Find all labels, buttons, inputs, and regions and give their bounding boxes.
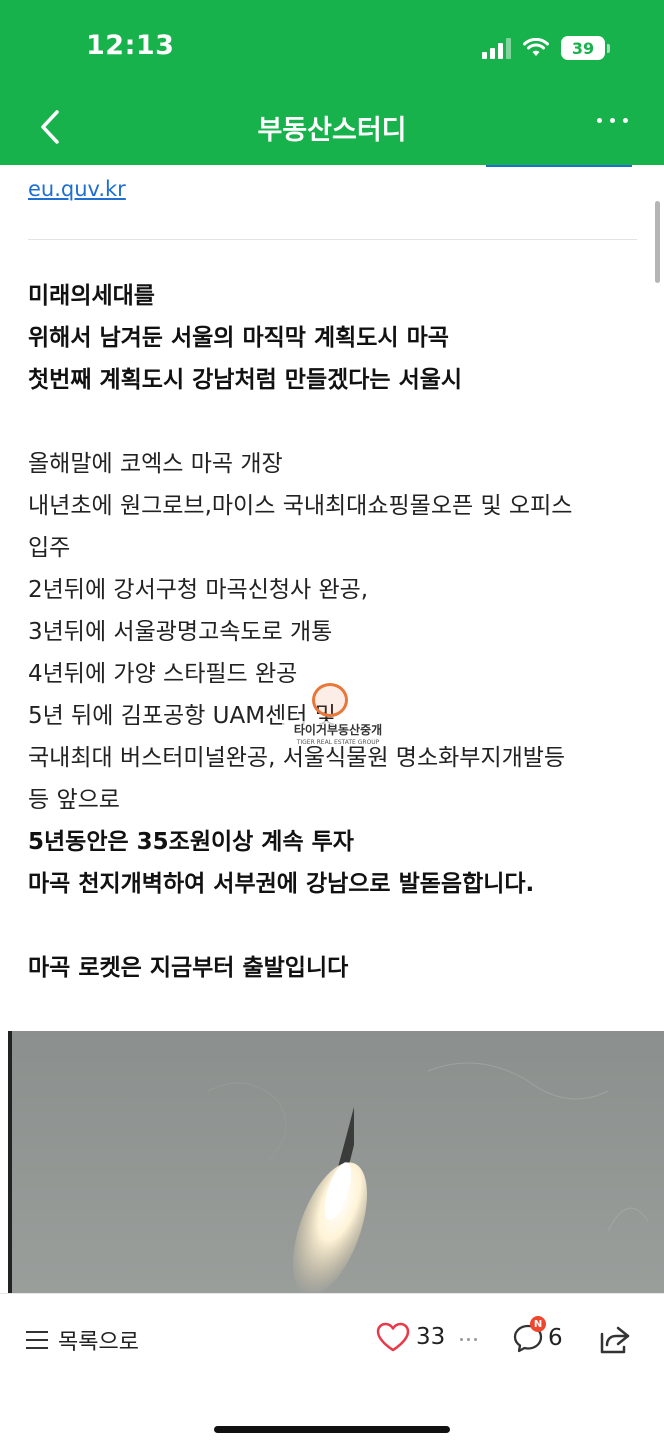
new-comment-badge: N xyxy=(530,1316,546,1332)
list-button[interactable]: 목록으로 xyxy=(26,1324,139,1356)
watermark-title: 타이거부동산중개 xyxy=(282,721,394,738)
like-button[interactable]: 33 xyxy=(376,1322,445,1352)
rocket-photo[interactable] xyxy=(8,1031,664,1293)
text-line: 등 앞으로 xyxy=(28,787,120,813)
home-indicator[interactable] xyxy=(214,1426,450,1433)
watermark: 타이거부동산중개 TIGER REAL ESTATE GROUP xyxy=(282,683,394,763)
share-icon xyxy=(600,1326,630,1354)
post-content[interactable]: eu.quv.kr 미래의세대를 위해서 남겨둔 서울의 마직막 계획도시 마곡… xyxy=(0,165,664,1293)
status-icons: 39 xyxy=(482,36,610,60)
text-line: 미래의세대를 xyxy=(28,283,155,309)
watermark-subtitle: TIGER REAL ESTATE GROUP xyxy=(296,739,380,746)
rocket-image xyxy=(8,1031,664,1293)
text-line: 위해서 남겨둔 서울의 마직막 계획도시 마곡 xyxy=(28,325,449,351)
heart-icon xyxy=(376,1322,410,1352)
comment-icon: N xyxy=(512,1316,546,1354)
text-line: 2년뒤에 강서구청 마곡신청사 완공, xyxy=(28,577,369,603)
like-count: 33 xyxy=(416,1324,446,1350)
scrollbar[interactable] xyxy=(655,201,660,283)
text-line: 5년동안은 35조원이상 계속 투자 xyxy=(28,829,354,855)
text-line: 첫번째 계획도시 강남처럼 만들겠다는 서울시 xyxy=(28,367,463,393)
app-header: 12:13 39 부동산스터디 xyxy=(0,0,664,165)
battery-level: 39 xyxy=(561,36,605,60)
more-options-button[interactable] xyxy=(597,118,628,123)
battery-icon: 39 xyxy=(561,36,610,60)
more-dots-icon xyxy=(597,118,602,123)
post-body: 미래의세대를 위해서 남겨둔 서울의 마직막 계획도시 마곡 첫번째 계획도시 … xyxy=(28,275,638,989)
text-line: 3년뒤에 서울광명고속도로 개통 xyxy=(28,619,333,645)
source-link[interactable]: eu.quv.kr xyxy=(28,177,126,201)
divider xyxy=(28,239,637,240)
cellular-signal-icon xyxy=(482,37,511,59)
comment-count: 6 xyxy=(548,1325,563,1351)
likers-more-icon[interactable] xyxy=(460,1338,477,1341)
text-line: 올해말에 코엑스 마곡 개장 xyxy=(28,451,283,477)
list-button-label: 목록으로 xyxy=(58,1330,139,1355)
wifi-icon xyxy=(523,38,549,56)
share-button[interactable] xyxy=(598,1322,632,1356)
page-title: 부동산스터디 xyxy=(257,115,407,146)
menu-icon xyxy=(26,1331,48,1349)
status-time: 12:13 xyxy=(86,30,175,61)
tiger-logo-icon xyxy=(312,683,348,717)
comment-button[interactable]: N 6 xyxy=(512,1316,563,1354)
text-line: 내년초에 원그로브,마이스 국내최대쇼핑몰오픈 및 오피스 xyxy=(28,493,573,519)
text-line: 마곡 천지개벽하여 서부권에 강남으로 발돋음합니다. xyxy=(28,871,535,897)
text-line: 입주 xyxy=(28,535,71,561)
partial-link[interactable] xyxy=(486,165,632,167)
text-line: 마곡 로켓은 지금부터 출발입니다 xyxy=(28,955,349,981)
bottom-action-bar: 목록으로 33 N 6 xyxy=(0,1293,664,1440)
